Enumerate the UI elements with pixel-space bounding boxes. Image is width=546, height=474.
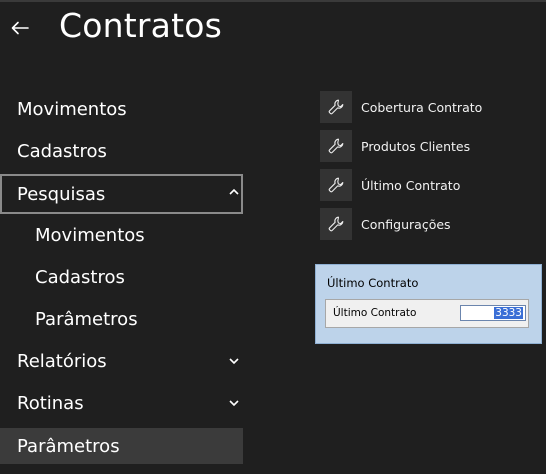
page-title: Contratos: [59, 6, 222, 45]
wrench-icon: [320, 169, 352, 201]
action-produtos-clientes[interactable]: Produtos Clientes: [320, 130, 540, 162]
action-ultimo-contrato[interactable]: Último Contrato: [320, 169, 540, 201]
chevron-down-icon: [229, 358, 239, 365]
back-arrow-icon: [11, 21, 29, 35]
ultimo-contrato-input[interactable]: 3333: [460, 305, 526, 321]
nav-item-label: Rotinas: [17, 392, 84, 414]
dialog-field-label: Último Contrato: [333, 307, 417, 319]
action-label: Último Contrato: [361, 177, 461, 193]
nav-item-movimentos[interactable]: Movimentos: [0, 91, 243, 127]
nav-item-rotinas[interactable]: Rotinas: [0, 385, 243, 421]
nav-item-pesquisas[interactable]: Pesquisas: [0, 174, 243, 214]
action-label: Produtos Clientes: [361, 138, 471, 154]
action-cobertura-contrato[interactable]: Cobertura Contrato: [320, 91, 540, 123]
wrench-icon: [320, 91, 352, 123]
nav-item-label: Parâmetros: [35, 308, 138, 330]
back-button[interactable]: [8, 14, 32, 42]
nav-item-label: Parâmetros: [17, 435, 120, 457]
ultimo-contrato-dialog: Último Contrato Último Contrato 3333: [315, 264, 542, 344]
nav-item-label: Cadastros: [35, 266, 125, 288]
action-label: Cobertura Contrato: [361, 99, 483, 115]
selected-value: 3333: [494, 307, 523, 319]
nav-subitem-movimentos[interactable]: Movimentos: [0, 217, 243, 253]
nav-item-label: Cadastros: [17, 140, 107, 162]
wrench-icon: [320, 208, 352, 240]
nav-item-label: Movimentos: [35, 224, 145, 246]
nav-item-label: Pesquisas: [17, 183, 106, 205]
action-configuracoes[interactable]: Configurações: [320, 208, 540, 240]
chevron-down-icon: [229, 400, 239, 407]
nav-item-cadastros[interactable]: Cadastros: [0, 133, 243, 169]
dialog-title: Último Contrato: [327, 276, 419, 290]
nav-item-relatorios[interactable]: Relatórios: [0, 343, 243, 379]
chevron-up-icon: [229, 188, 239, 195]
nav-subitem-cadastros[interactable]: Cadastros: [0, 259, 243, 295]
dialog-field-panel: Último Contrato 3333: [325, 299, 529, 328]
nav-item-label: Movimentos: [17, 98, 127, 120]
wrench-icon: [320, 130, 352, 162]
nav-item-label: Relatórios: [17, 350, 107, 372]
window-top-border: [0, 0, 546, 2]
nav-item-parametros[interactable]: Parâmetros: [0, 428, 243, 464]
nav-subitem-parametros[interactable]: Parâmetros: [0, 301, 243, 337]
action-label: Configurações: [361, 216, 451, 232]
